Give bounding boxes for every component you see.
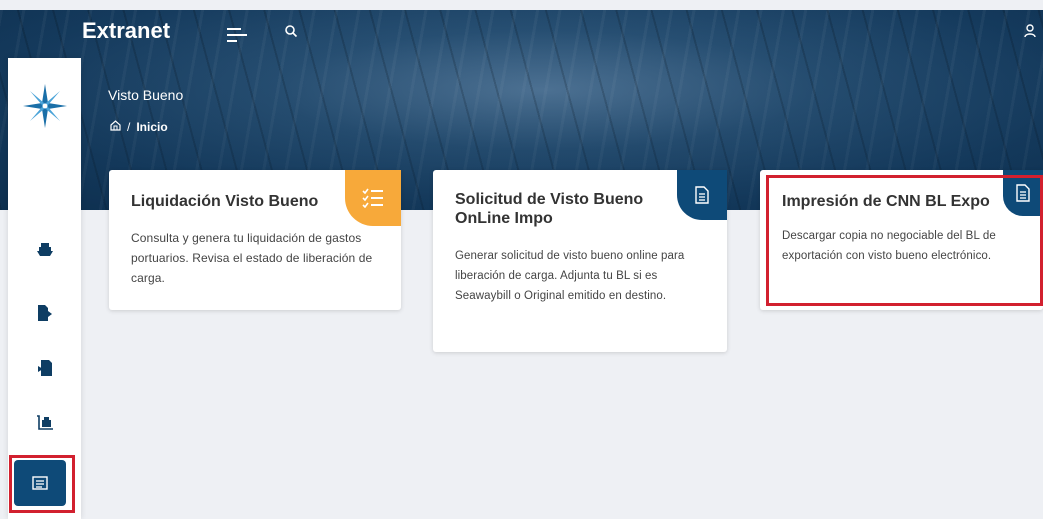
card-title: Liquidación Visto Bueno (131, 193, 319, 210)
breadcrumb: / Inicio (110, 120, 168, 134)
top-bar: Extranet (0, 10, 1043, 56)
sidebar-item-list-active[interactable] (14, 460, 66, 506)
card-title: Impresión de CNN BL Expo (782, 193, 990, 210)
ship-icon (37, 243, 53, 256)
user-icon[interactable] (1024, 24, 1036, 38)
breadcrumb-separator: / (127, 120, 131, 134)
card-description: Consulta y genera tu liquidación de gast… (131, 231, 373, 285)
card-impresion[interactable]: Impresión de CNN BL Expo Descargar copia… (760, 170, 1043, 310)
brand-title: Extranet (82, 18, 171, 43)
document-icon (1003, 170, 1043, 216)
menu-icon[interactable] (226, 26, 248, 44)
sidebar (8, 58, 81, 519)
card-solicitud[interactable]: Solicitud de Visto Bueno OnLine Impo Gen… (433, 170, 727, 352)
sidebar-item-import[interactable] (28, 351, 62, 385)
card-title: Solicitud de Visto Bueno OnLine Impo (455, 191, 644, 227)
export-document-icon (38, 305, 52, 321)
import-document-icon (38, 360, 52, 376)
search-icon[interactable] (284, 24, 298, 38)
home-icon[interactable] (110, 120, 121, 134)
document-icon (677, 170, 727, 220)
cargo-trolley-icon (37, 415, 53, 430)
checklist-icon (345, 170, 401, 226)
compass-logo (23, 84, 67, 128)
sidebar-item-ship[interactable] (28, 233, 62, 267)
list-document-icon (32, 476, 48, 490)
sidebar-item-cargo[interactable] (28, 406, 62, 440)
sidebar-item-export[interactable] (28, 296, 62, 330)
page-title: Visto Bueno (108, 87, 184, 103)
breadcrumb-current: Inicio (136, 120, 168, 134)
card-description: Descargar copia no negociable del BL de … (782, 230, 996, 262)
card-liquidacion[interactable]: Liquidación Visto Bueno Consulta y gener… (109, 170, 401, 310)
card-description: Generar solicitud de visto bueno online … (455, 250, 685, 302)
